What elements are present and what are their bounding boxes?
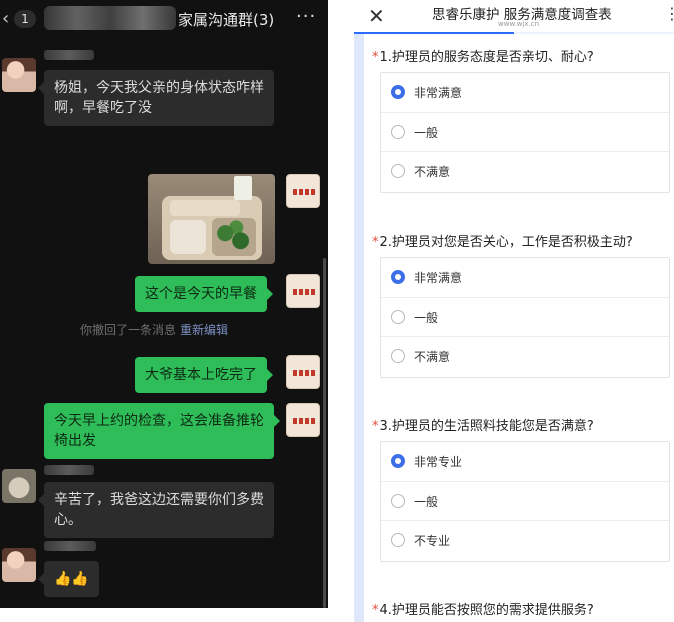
radio-option[interactable]: 非常满意 — [381, 73, 669, 113]
avatar[interactable] — [286, 355, 320, 389]
re-edit-link[interactable]: 重新编辑 — [180, 323, 228, 337]
question-title: *3.护理员的生活照料技能您是否满意? — [372, 419, 594, 434]
blurred-group-name — [44, 6, 176, 30]
unread-count-badge: 1 — [14, 10, 36, 28]
chat-title: 家属沟通群(3) — [178, 11, 275, 29]
avatar[interactable] — [286, 403, 320, 437]
message-bubble[interactable]: 杨姐，今天我父亲的身体状态咋样啊，早餐吃了没 — [38, 70, 274, 126]
avatar[interactable] — [2, 58, 36, 92]
radio-button[interactable] — [391, 309, 405, 324]
question-title: *2.护理员对您是否关心，工作是否积极主动? — [372, 235, 633, 250]
message-bubble[interactable]: 今天早上约的检查，这会准备推轮椅出发 — [44, 403, 280, 459]
radio-button[interactable] — [391, 533, 405, 547]
message-bubble[interactable]: 👍👍 — [38, 561, 99, 597]
survey-header: ✕ 思睿乐康护 服务满意度调查表 www.wjx.cn ⋮ — [354, 0, 674, 34]
avatar[interactable] — [286, 274, 320, 308]
options-group: 非常满意 一般 不满意 — [380, 257, 670, 378]
more-options-icon[interactable]: ··· — [296, 6, 316, 27]
side-accent-strip — [354, 34, 364, 622]
radio-option[interactable]: 不专业 — [381, 521, 669, 561]
radio-button[interactable] — [391, 493, 405, 508]
chat-header: ‹ 1 家属沟通群(3) ··· — [0, 0, 328, 38]
avatar[interactable] — [2, 548, 36, 582]
radio-option[interactable]: 不满意 — [381, 152, 669, 192]
radio-option[interactable]: 非常专业 — [381, 442, 669, 482]
site-url: www.wjx.cn — [498, 20, 540, 28]
progress-fill — [354, 32, 514, 34]
radio-option[interactable]: 非常满意 — [381, 258, 669, 298]
radio-button[interactable] — [391, 349, 405, 363]
radio-option[interactable]: 一般 — [381, 482, 669, 521]
scrollbar[interactable] — [323, 258, 326, 608]
milk-carton — [234, 176, 252, 200]
message-bubble[interactable]: 大爷基本上吃完了 — [135, 357, 273, 393]
back-arrow-icon[interactable]: ‹ — [2, 8, 9, 29]
chat-panel: ‹ 1 家属沟通群(3) ··· 杨姐，今天我父亲的身体状态咋样啊，早餐吃了没 … — [0, 0, 328, 608]
survey-panel: ✕ 思睿乐康护 服务满意度调查表 www.wjx.cn ⋮ *1.护理员的服务态… — [354, 0, 674, 622]
sender-name-blurred — [44, 465, 94, 475]
sender-name-blurred — [44, 50, 94, 60]
message-bubble[interactable]: 这个是今天的早餐 — [135, 276, 273, 312]
breakfast-photo[interactable] — [148, 174, 275, 264]
radio-option[interactable]: 一般 — [381, 298, 669, 337]
avatar[interactable] — [286, 174, 320, 208]
avatar[interactable] — [2, 469, 36, 503]
sender-name-blurred — [44, 541, 96, 551]
options-group: 非常专业 一般 不专业 — [380, 441, 670, 562]
radio-button[interactable] — [391, 85, 405, 99]
options-group: 非常满意 一般 不满意 — [380, 72, 670, 193]
radio-button[interactable] — [391, 454, 405, 468]
question-title: *4.护理员能否按照您的需求提供服务? — [372, 603, 594, 618]
food-tray — [162, 196, 262, 260]
close-icon[interactable]: ✕ — [368, 4, 385, 28]
recall-notice: 你撤回了一条消息 重新编辑 — [80, 323, 229, 337]
radio-button[interactable] — [391, 270, 405, 284]
radio-option[interactable]: 一般 — [381, 113, 669, 152]
more-options-icon[interactable]: ⋮ — [664, 4, 674, 23]
radio-button[interactable] — [391, 164, 405, 178]
question-title: *1.护理员的服务态度是否亲切、耐心? — [372, 50, 594, 65]
message-bubble[interactable]: 辛苦了，我爸这边还需要你们多费心。 — [38, 482, 274, 538]
radio-option[interactable]: 不满意 — [381, 337, 669, 377]
radio-button[interactable] — [391, 124, 405, 139]
